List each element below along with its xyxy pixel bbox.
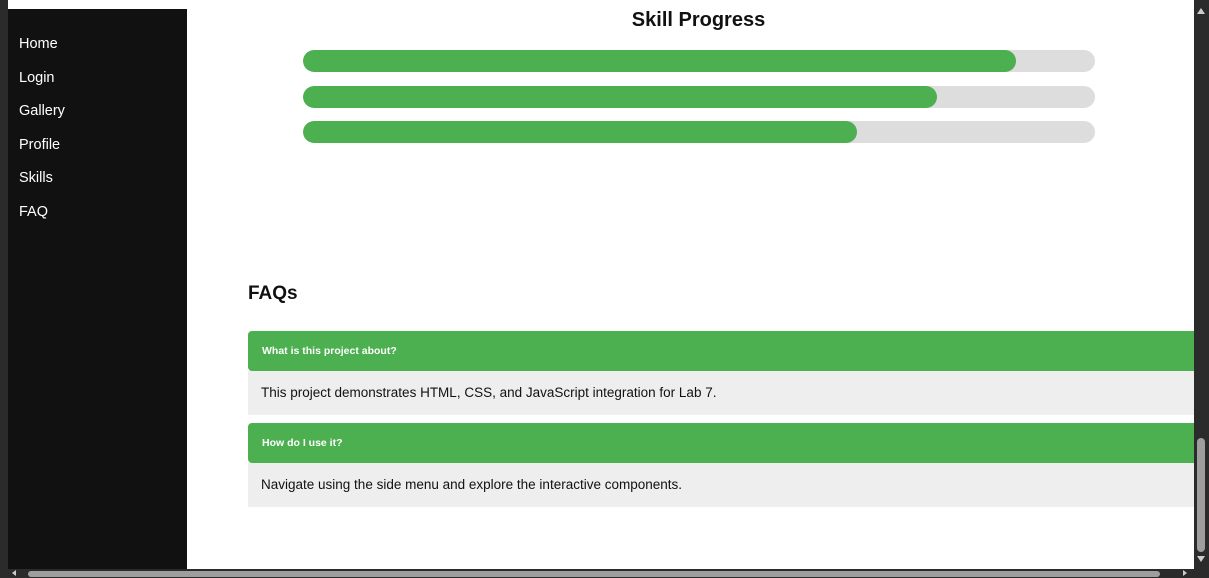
sidebar-item-faq[interactable]: FAQ (8, 202, 187, 236)
sidebar-item-login[interactable]: Login (8, 68, 187, 102)
faq-answer-panel: This project demonstrates HTML, CSS, and… (248, 371, 1194, 415)
skill-progress-fill (303, 50, 1016, 72)
sidebar-item-home[interactable]: Home (8, 34, 187, 68)
sidebar-item-skills[interactable]: Skills (8, 168, 187, 202)
faq-answer-panel: Navigate using the side menu and explore… (248, 463, 1194, 507)
sidebar-item-profile[interactable]: Profile (8, 135, 187, 169)
scroll-down-arrow-icon[interactable] (1197, 556, 1205, 562)
faq-heading: FAQs (248, 283, 298, 304)
horizontal-scrollbar[interactable] (0, 569, 1209, 578)
window-left-edge (0, 0, 8, 578)
main-content: Skill Progress FAQs What is this project… (187, 0, 1194, 569)
skill-progress-bar (303, 50, 1095, 72)
scroll-up-arrow-icon[interactable] (1197, 8, 1205, 14)
skills-heading: Skill Progress (631, 9, 766, 31)
horizontal-scroll-thumb[interactable] (28, 571, 1160, 577)
skill-progress-fill (303, 121, 858, 143)
vertical-scrollbar[interactable] (1194, 0, 1209, 569)
skill-progress-bar (303, 86, 1095, 108)
sidebar-item-gallery[interactable]: Gallery (8, 101, 187, 135)
skill-progress-fill (303, 86, 937, 108)
sidebar-nav: Home Login Gallery Profile Skills FAQ (8, 9, 187, 569)
faq-question-button[interactable]: How do I use it? (248, 423, 1194, 463)
vertical-scroll-thumb[interactable] (1197, 438, 1205, 552)
scroll-right-arrow-icon[interactable] (1183, 570, 1187, 576)
faq-question-button[interactable]: What is this project about? (248, 331, 1194, 371)
skill-progress-bar (303, 121, 1095, 143)
scroll-left-arrow-icon[interactable] (12, 570, 16, 576)
